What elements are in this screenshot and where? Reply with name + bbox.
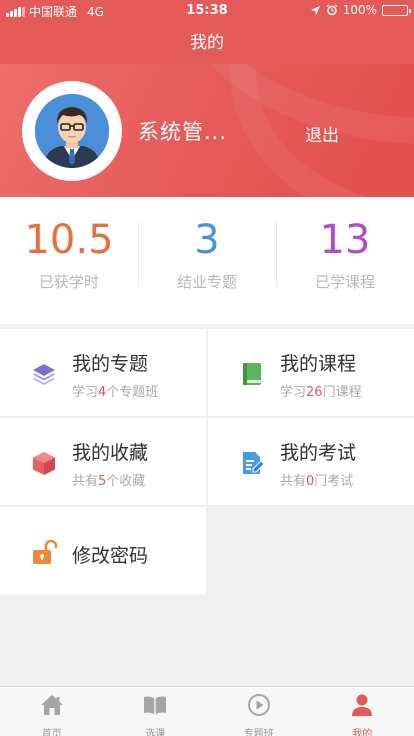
courses-count: 26 — [306, 385, 323, 400]
stat-value: 13 — [319, 217, 371, 263]
avatar[interactable] — [22, 81, 122, 181]
logout-button[interactable]: 退出 — [305, 121, 339, 146]
tab-label: 选课 — [145, 729, 166, 736]
battery-icon — [382, 4, 411, 16]
menu-subtitle: 学习26门课程 — [280, 385, 362, 400]
tab-home[interactable]: 首页 — [0, 687, 104, 736]
alarm-icon — [326, 4, 338, 16]
book-icon — [243, 363, 261, 385]
stat-label: 结业专题 — [176, 273, 237, 291]
stat-label: 已学课程 — [314, 273, 375, 291]
my-courses-button[interactable]: 我的课程 学习26门课程 — [208, 329, 414, 416]
menu-title: 我的收藏 — [72, 442, 149, 464]
battery-percent: 100% — [342, 3, 377, 17]
page-title: 我的 — [0, 22, 414, 64]
box-icon — [33, 452, 55, 475]
stat-hours[interactable]: 10.5 已获学时 — [0, 197, 138, 324]
change-password-button[interactable]: 修改密码 — [0, 507, 206, 594]
my-topics-button[interactable]: 我的专题 学习4个专题班 — [0, 329, 206, 416]
menu-title: 修改密码 — [72, 545, 149, 567]
stat-courses[interactable]: 13 已学课程 — [276, 197, 414, 324]
tab-mine[interactable]: 我的 — [311, 687, 414, 736]
tab-topic-classes[interactable]: 专题班 — [207, 687, 311, 736]
stat-label: 已获学时 — [38, 273, 99, 291]
stat-value: 3 — [194, 217, 220, 263]
my-exams-button[interactable]: 我的考试 共有0门考试 — [208, 418, 414, 505]
location-arrow-icon — [310, 5, 320, 15]
stat-completed-topics[interactable]: 3 结业专题 — [138, 197, 276, 324]
play-circle-icon — [247, 694, 270, 716]
tab-courses[interactable]: 选课 — [104, 687, 208, 736]
tab-label: 我的 — [352, 729, 373, 736]
home-icon — [40, 695, 63, 715]
menu-title: 我的课程 — [280, 353, 357, 375]
unlock-icon — [33, 539, 57, 564]
tab-label: 专题班 — [243, 729, 274, 736]
my-favorites-button[interactable]: 我的收藏 共有5个收藏 — [0, 418, 206, 505]
avatar-image — [35, 94, 109, 168]
profile-header: 系统管... 退出 — [0, 64, 414, 197]
stat-value: 10.5 — [24, 217, 114, 263]
layers-icon — [33, 364, 55, 385]
status-bar: 中国联通 4G 15:38 100% — [0, 0, 414, 22]
menu-title: 我的考试 — [280, 442, 357, 464]
menu-subtitle: 学习4个专题班 — [72, 385, 159, 400]
menu-subtitle: 共有0门考试 — [280, 474, 354, 489]
stats-panel: 10.5 已获学时 3 结业专题 13 已学课程 — [0, 197, 414, 324]
menu-subtitle: 共有5个收藏 — [72, 474, 146, 489]
user-name: 系统管... — [138, 120, 228, 144]
user-icon — [352, 694, 373, 716]
edit-document-icon — [243, 452, 265, 474]
book-icon — [144, 696, 167, 714]
tab-label: 首页 — [41, 729, 62, 736]
menu-title: 我的专题 — [72, 353, 149, 375]
tab-bar: 首页 选课 专题班 我的 — [0, 686, 414, 736]
